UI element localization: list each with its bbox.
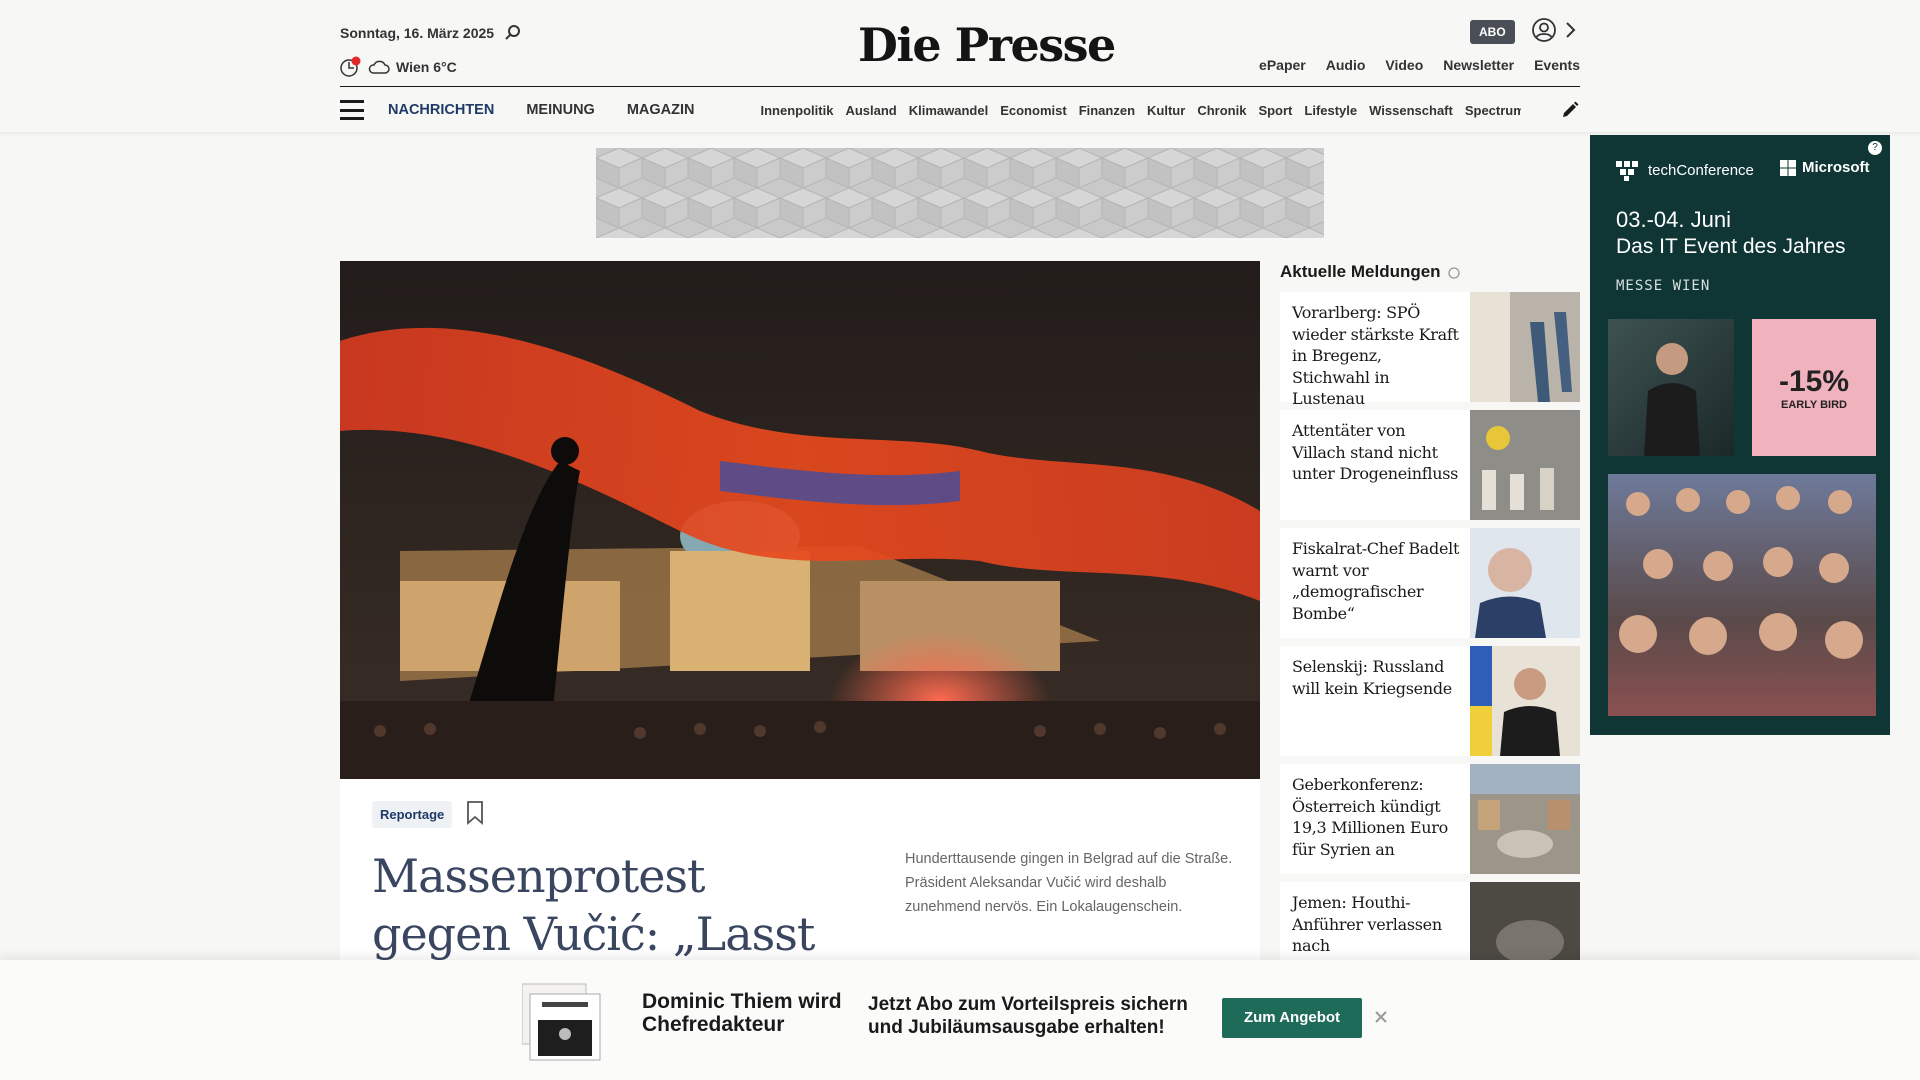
nav-sport[interactable]: Sport — [1258, 103, 1292, 118]
cloud-icon — [368, 60, 390, 74]
current-date: Sonntag, 16. März 2025 — [340, 25, 495, 41]
article-lead: Hunderttausende gingen in Belgrad auf di… — [905, 851, 1233, 915]
early-bird-badge: -15% EARLY BIRD — [1752, 319, 1876, 456]
cube-pattern — [596, 148, 1324, 238]
news-thumbnail — [1470, 764, 1580, 874]
hamburger-menu-icon[interactable] — [340, 100, 364, 120]
abo-button[interactable]: ABO — [1470, 20, 1515, 44]
weather-text: Wien 6°C — [396, 59, 457, 75]
nav-finanzen[interactable]: Finanzen — [1079, 103, 1135, 118]
date-row: Sonntag, 16. März 2025 — [340, 24, 522, 42]
ad-venue: MESSE WIEN — [1616, 278, 1711, 294]
news-list: Vorarlberg: SPÖ wieder stärkste Kraft in… — [1280, 292, 1580, 1000]
banner-offer: Jetzt Abo zum Vorteilspreis sichern und … — [868, 994, 1188, 1038]
tech-conference-logo-icon — [1616, 161, 1638, 181]
close-icon[interactable] — [1372, 1008, 1390, 1026]
pencil-icon[interactable] — [1560, 100, 1580, 120]
news-item-title: Vorarlberg: SPÖ wieder stärkste Kraft in… — [1292, 303, 1459, 408]
weather-row: Wien 6°C — [340, 56, 457, 78]
news-thumbnail — [1470, 410, 1580, 520]
news-item-title: Geberkonferenz: Österreich kündigt 19,3 … — [1292, 775, 1448, 859]
nav-wissenschaft[interactable]: Wissenschaft — [1369, 103, 1453, 118]
top-ad-placeholder[interactable] — [596, 148, 1324, 238]
microsoft-logo-icon — [1780, 159, 1796, 176]
ad-info-icon[interactable]: ? — [1868, 141, 1882, 155]
news-thumbnail — [1470, 292, 1580, 402]
main-nav-links: NACHRICHTEN MEINUNG MAGAZIN — [388, 102, 695, 118]
discount-value: -15% — [1778, 365, 1850, 398]
tech-conference-ad[interactable]: ? techConference Microsoft 03.-04. Juni … — [1590, 135, 1890, 735]
site-header: Sonntag, 16. März 2025 Wien 6°C Die Pres… — [0, 0, 1920, 132]
list-item[interactable]: Selenskij: Russland will kein Kriegsende — [1280, 646, 1580, 756]
news-thumbnail — [1470, 528, 1580, 638]
user-icon[interactable] — [1532, 18, 1556, 42]
nav-meinung[interactable]: MEINUNG — [526, 102, 594, 118]
nav-chronik[interactable]: Chronik — [1197, 103, 1246, 118]
nav-ausland[interactable]: Ausland — [845, 103, 896, 118]
header-inner: Sonntag, 16. März 2025 Wien 6°C Die Pres… — [340, 0, 1580, 132]
link-events[interactable]: Events — [1534, 57, 1580, 73]
ad-crowd-image — [1608, 474, 1876, 716]
link-newsletter[interactable]: Newsletter — [1443, 57, 1514, 73]
site-logo[interactable]: Die Presse — [858, 18, 1116, 72]
link-video[interactable]: Video — [1385, 57, 1423, 73]
news-item-title: Selenskij: Russland will kein Kriegsende — [1292, 657, 1452, 698]
ad-slogan: Das IT Event des Jahres — [1616, 235, 1846, 258]
ad-partner: Microsoft — [1780, 159, 1870, 176]
list-item[interactable]: Fiskalrat-Chef Badelt warnt vor „demogra… — [1280, 528, 1580, 638]
notification-clock-icon[interactable] — [340, 56, 362, 78]
list-item[interactable]: Vorarlberg: SPÖ wieder stärkste Kraft in… — [1280, 292, 1580, 408]
ad-date: 03.-04. Juni — [1616, 207, 1731, 232]
bookmark-icon[interactable] — [466, 801, 484, 825]
nav-nachrichten[interactable]: NACHRICHTEN — [388, 102, 494, 118]
discount-label: EARLY BIRD — [1780, 399, 1848, 411]
nav-magazin[interactable]: MAGAZIN — [627, 102, 695, 118]
sub-nav-links: Innenpolitik Ausland Klimawandel Economi… — [761, 103, 1521, 118]
search-icon[interactable] — [504, 24, 522, 42]
article-tag[interactable]: Reportage — [372, 801, 453, 828]
news-section-heading: Aktuelle Meldungen — [1280, 262, 1441, 281]
list-item[interactable]: Geberkonferenz: Österreich kündigt 19,3 … — [1280, 764, 1580, 874]
ad-brand-name: techConference — [1648, 161, 1754, 179]
nav-kultur[interactable]: Kultur — [1147, 103, 1185, 118]
ad-speaker-image — [1608, 319, 1734, 456]
newspaper-icon — [522, 983, 601, 1061]
ad-brand: techConference — [1616, 159, 1754, 181]
hero-image[interactable] — [340, 261, 1260, 779]
live-refresh-icon — [1447, 267, 1460, 279]
top-links: ePaper Audio Video Newsletter Events — [1259, 57, 1580, 73]
link-epaper[interactable]: ePaper — [1259, 57, 1306, 73]
nav-klimawandel[interactable]: Klimawandel — [909, 103, 988, 118]
link-audio[interactable]: Audio — [1326, 57, 1366, 73]
nav-innenpolitik[interactable]: Innenpolitik — [761, 103, 834, 118]
nav-economist[interactable]: Economist — [1000, 103, 1066, 118]
news-section-title: Aktuelle Meldungen — [1280, 262, 1461, 282]
news-thumbnail — [1470, 646, 1580, 756]
header-divider — [340, 86, 1580, 87]
news-item-title: Attentäter von Villach stand nicht unter… — [1292, 421, 1459, 483]
main-navigation: NACHRICHTEN MEINUNG MAGAZIN Innenpolitik… — [340, 96, 1580, 124]
list-item[interactable]: Attentäter von Villach stand nicht unter… — [1280, 410, 1580, 520]
nav-spectrum[interactable]: Spectrum — [1465, 103, 1521, 118]
banner-headline: Dominic Thiem wird Chefredakteur — [642, 990, 842, 1036]
ad-partner-name: Microsoft — [1802, 159, 1870, 176]
zum-angebot-button[interactable]: Zum Angebot — [1222, 998, 1362, 1038]
nav-lifestyle[interactable]: Lifestyle — [1304, 103, 1357, 118]
subscription-banner: Dominic Thiem wird Chefredakteur Jetzt A… — [0, 960, 1920, 1080]
news-item-title: Jemen: Houthi-Anführer verlassen nach — [1292, 893, 1442, 955]
news-item-title: Fiskalrat-Chef Badelt warnt vor „demogra… — [1292, 539, 1460, 623]
chevron-right-icon[interactable] — [1564, 20, 1578, 40]
